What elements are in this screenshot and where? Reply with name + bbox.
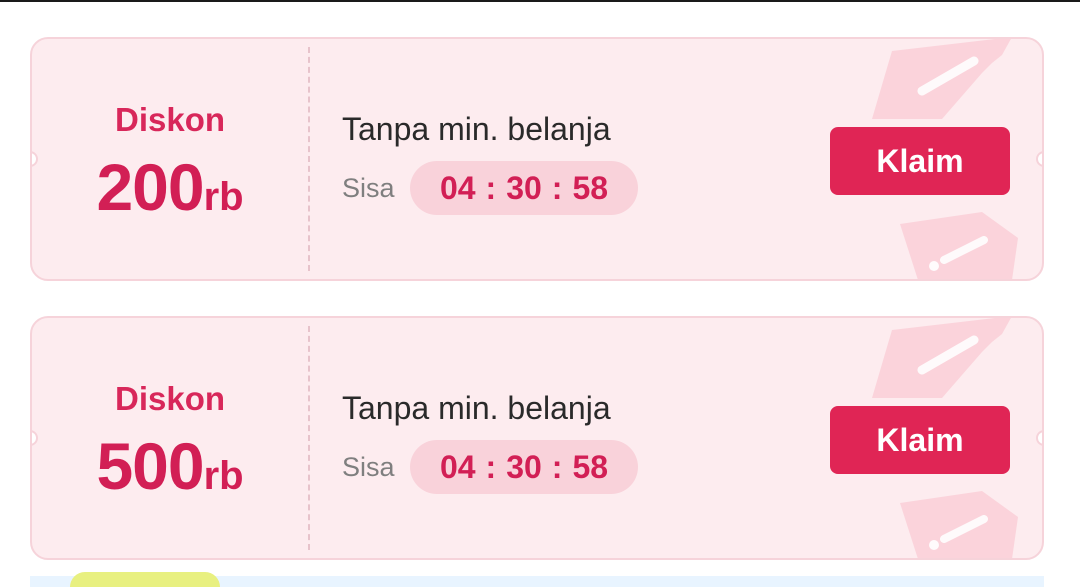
claim-button[interactable]: Klaim: [830, 406, 1010, 474]
coupon-ticket-icon: [862, 39, 1022, 128]
remaining-time-label: Sisa: [342, 452, 395, 482]
timer-separator: :: [551, 448, 563, 485]
claim-button[interactable]: Klaim: [830, 127, 1010, 195]
timer-seconds: 58: [572, 169, 609, 206]
remaining-time-label: Sisa: [342, 173, 395, 203]
coupon-ticket-icon: [862, 318, 1022, 407]
minimum-purchase-condition: Tanpa min. belanja: [342, 390, 611, 426]
coupon-ticket-icon: [894, 489, 1024, 558]
dashed-divider: [308, 326, 310, 550]
discount-label: Diskon: [114, 101, 226, 138]
timer-separator: :: [485, 169, 497, 206]
countdown-timer: 04 : 30 : 58: [410, 161, 638, 215]
voucher-card: Diskon 500rb Tanpa min. belanja Sisa 04 …: [30, 316, 1044, 560]
discount-amount-value: 500: [96, 429, 204, 503]
top-divider-line: [0, 0, 1080, 2]
discount-amount: 500rb: [32, 428, 308, 504]
minimum-purchase-condition: Tanpa min. belanja: [342, 111, 611, 147]
timer-separator: :: [551, 169, 563, 206]
card-notch-right: [1036, 430, 1042, 446]
discount-amount-unit: rb: [203, 175, 244, 219]
timer-hours: 04: [439, 169, 476, 206]
discount-amount: 200rb: [32, 149, 308, 225]
timer-separator: :: [485, 448, 497, 485]
banner-graphic-edge: [70, 572, 220, 587]
timer-minutes: 30: [506, 448, 542, 485]
dashed-divider: [308, 47, 310, 271]
card-notch-right: [1036, 151, 1042, 167]
timer-minutes: 30: [506, 169, 542, 206]
voucher-card: Diskon 200rb Tanpa min. belanja Sisa 04 …: [30, 37, 1044, 281]
discount-section: Diskon 200rb: [32, 39, 308, 279]
discount-amount-value: 200: [96, 150, 204, 224]
timer-seconds: 58: [572, 448, 609, 485]
coupon-ticket-icon: [894, 210, 1024, 279]
discount-amount-unit: rb: [203, 454, 244, 498]
timer-hours: 04: [439, 448, 476, 485]
discount-section: Diskon 500rb: [32, 318, 308, 558]
discount-label: Diskon: [114, 380, 226, 417]
countdown-timer: 04 : 30 : 58: [410, 440, 638, 494]
